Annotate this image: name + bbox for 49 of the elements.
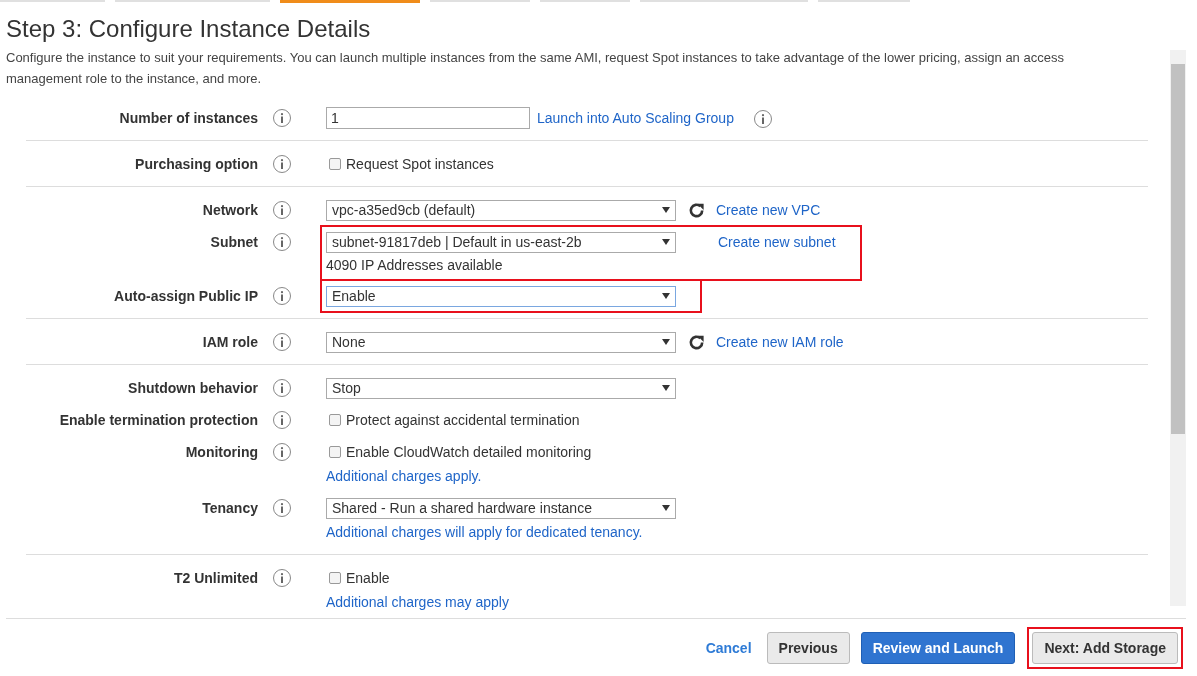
caret-icon [662,207,670,213]
select-field[interactable]: Shared - Run a shared hardware instance [326,497,676,519]
wizard-button[interactable]: Next: Add Storage [1032,631,1178,664]
checkbox[interactable] [329,446,341,458]
field-label: Network [201,201,258,220]
field-label: Enable termination protection [58,411,258,430]
create-link[interactable]: Create new VPC [716,202,821,218]
field-label: Tenancy [201,499,258,518]
field-label: T2 Unlimited [173,569,258,588]
note-text: 4090 IP Addresses available [326,256,504,275]
field-label: Shutdown behavior [127,379,258,398]
caret-icon [662,385,670,391]
wizard-button[interactable]: Previous [766,631,850,664]
refresh-icon[interactable] [687,200,706,220]
create-link[interactable]: Create new subnet [718,234,836,250]
page-title: Step 3: Configure Instance Details [6,15,372,43]
caret-icon [662,293,670,299]
checkbox-label: Enable CloudWatch detailed monitoring [346,444,592,460]
create-link[interactable]: Create new IAM role [716,334,844,350]
checkbox-label: Request Spot instances [346,156,494,172]
select-field[interactable]: None [326,331,676,353]
checkbox[interactable] [329,414,341,426]
charges-link[interactable]: Additional charges may apply [326,594,509,610]
checkbox[interactable] [329,572,341,584]
field-label: Monitoring [184,443,258,462]
input-field[interactable]: 1 [326,107,530,129]
field-label: Purchasing option [134,155,258,174]
caret-icon [662,339,670,345]
cancel-link[interactable]: Cancel [705,639,752,656]
field-label: Subnet [209,233,258,252]
scaling-group-link[interactable]: Launch into Auto Scaling Group [537,110,734,126]
scrollbar[interactable] [1170,50,1186,606]
refresh-icon[interactable] [687,332,706,352]
checkbox-label: Protect against accidental termination [346,412,580,428]
field-label: IAM role [201,333,258,352]
charges-link[interactable]: Additional charges apply. [326,468,482,484]
select-field[interactable]: Stop [326,377,676,399]
field-label: Number of instances [118,109,258,128]
checkbox-label: Enable [346,570,390,586]
select-field[interactable]: subnet-91817deb | Default in us-east-2b [326,231,676,253]
charges-link[interactable]: Additional charges will apply for dedicated tenancy. [326,524,643,540]
caret-icon [662,239,670,245]
wizard-button[interactable]: Review and Launch [860,631,1016,664]
select-field[interactable]: Enable [326,285,676,307]
checkbox[interactable] [329,158,341,170]
page-description: Configure the instance to suit your requirements. You can launch multiple instances from the same AMI, request Spot instances to take advantage of the lower pricing, assign an access management role to the instance, and more. [6,49,1065,88]
caret-icon [662,505,670,511]
field-label: Auto-assign Public IP [113,287,258,306]
select-field[interactable]: vpc-a35ed9cb (default) [326,199,676,221]
